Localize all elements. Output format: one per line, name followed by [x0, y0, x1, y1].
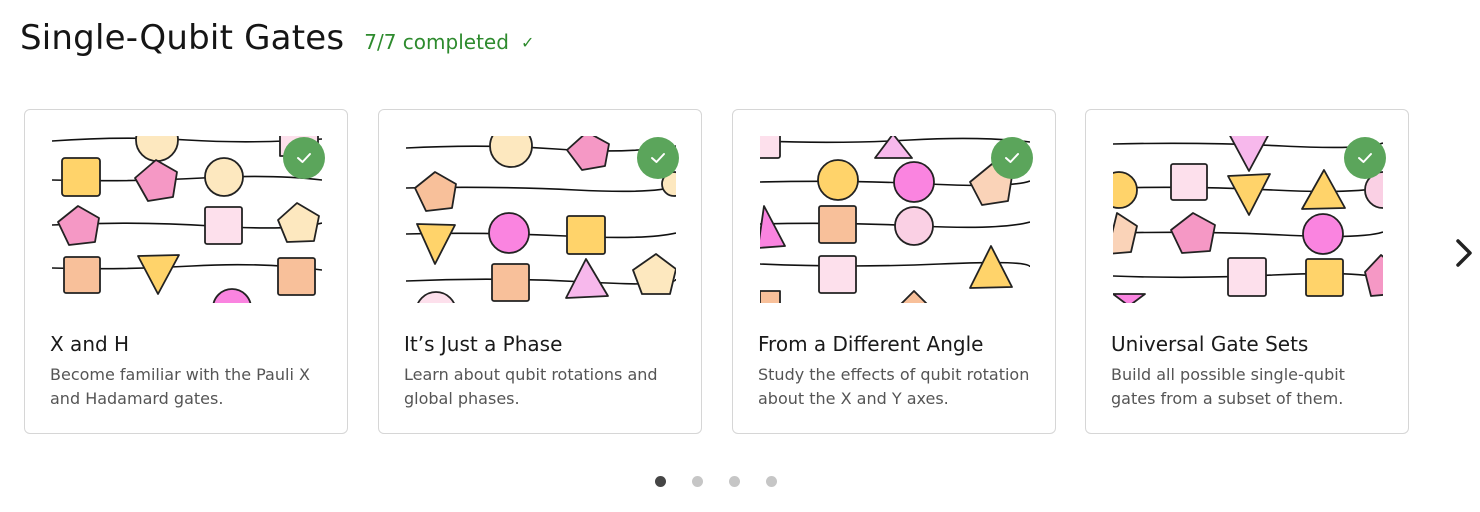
pagination-dot-2[interactable]	[692, 476, 703, 487]
pagination-dot-3[interactable]	[729, 476, 740, 487]
circuit-illustration	[760, 136, 1030, 303]
card-title: X and H	[50, 332, 130, 356]
pagination-dot-1[interactable]	[655, 476, 666, 487]
completed-badge	[1344, 137, 1386, 179]
card-description: Build all possible single-qubit gates fr…	[1111, 365, 1345, 408]
check-icon	[297, 153, 311, 163]
section-header: Single-Qubit Gates 7/7 completed ✓	[20, 18, 534, 58]
next-page-button[interactable]	[1450, 235, 1478, 271]
carousel-pagination	[655, 476, 803, 487]
card-description: Learn about qubit rotations and global p…	[404, 365, 658, 408]
lesson-card-its-just-a-phase[interactable]: It’s Just a Phase Learn about qubit rota…	[378, 109, 702, 434]
circuit-illustration	[406, 136, 676, 303]
check-icon	[1358, 153, 1372, 163]
card-title: Universal Gate Sets	[1111, 332, 1309, 356]
completion-text: 7/7 completed	[364, 30, 509, 54]
lesson-card-x-and-h[interactable]: X and H Become familiar with the Pauli X…	[24, 109, 348, 434]
completed-badge	[637, 137, 679, 179]
check-icon	[1005, 153, 1019, 163]
lesson-card-universal-gate-sets[interactable]: Universal Gate Sets Build all possible s…	[1085, 109, 1409, 434]
completed-badge	[283, 137, 325, 179]
pagination-dot-4[interactable]	[766, 476, 777, 487]
circuit-illustration	[52, 136, 322, 303]
check-icon: ✓	[520, 32, 535, 52]
card-title: From a Different Angle	[758, 332, 984, 356]
circuit-illustration	[1113, 136, 1383, 303]
card-title: It’s Just a Phase	[404, 332, 563, 356]
completed-badge	[991, 137, 1033, 179]
card-description: Become familiar with the Pauli X and Had…	[50, 365, 310, 408]
card-description: Study the effects of qubit rotation abou…	[758, 365, 1030, 408]
lesson-card-from-a-different-angle[interactable]: From a Different Angle Study the effects…	[732, 109, 1056, 434]
section-title: Single-Qubit Gates	[20, 18, 345, 58]
chevron-right-icon	[1456, 239, 1472, 267]
completion-status: 7/7 completed ✓	[364, 30, 534, 54]
check-icon	[651, 153, 665, 163]
